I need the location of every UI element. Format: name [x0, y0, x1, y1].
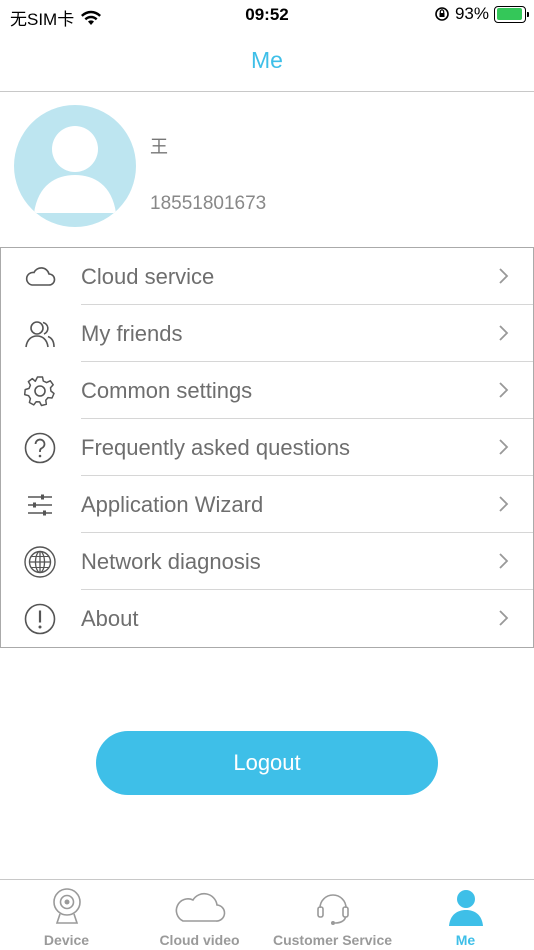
status-right: 93%: [434, 4, 529, 24]
tab-label: Customer Service: [272, 932, 393, 948]
cloud-icon: [175, 892, 226, 922]
chevron-right-icon: [499, 325, 509, 341]
menu-item-label: Common settings: [81, 378, 253, 403]
menu-item-my-friends[interactable]: My friends: [1, 305, 533, 362]
tab-label: Cloud video: [159, 932, 240, 948]
profile-name: 王: [150, 137, 168, 157]
nav-bar: Me: [0, 32, 534, 92]
menu-item-label: Cloud service: [81, 264, 215, 289]
chevron-right-icon: [499, 382, 509, 398]
chevron-right-icon: [499, 268, 509, 284]
menu-item-label: Network diagnosis: [81, 549, 261, 574]
menu-item-label: My friends: [81, 321, 183, 346]
menu-item-about[interactable]: About: [1, 590, 533, 647]
tab-customer-service[interactable]: Customer Service: [266, 880, 399, 950]
friends-icon: [25, 321, 55, 348]
chevron-right-icon: [499, 439, 509, 455]
status-bar: 无SIM卡 09:52 93%: [0, 0, 534, 32]
cloud-icon: [25, 267, 56, 286]
tab-bar: Device Cloud video Customer Service Me: [0, 879, 534, 950]
tab-me[interactable]: Me: [399, 880, 532, 950]
battery-level: [496, 8, 522, 20]
orientation-lock-icon: [435, 7, 449, 21]
menu-item-label: Frequently asked questions: [81, 435, 351, 460]
gear-icon: [23, 376, 55, 407]
logout-button[interactable]: Logout: [96, 731, 438, 795]
menu-item-cloud-service[interactable]: Cloud service: [1, 248, 533, 305]
user-avatar-icon[interactable]: [14, 105, 136, 227]
menu-item-faq[interactable]: Frequently asked questions: [1, 419, 533, 476]
menu-item-label: About: [81, 606, 139, 631]
page-title: Me: [251, 47, 283, 73]
chevron-right-icon: [499, 610, 509, 626]
info-exclamation-icon: [24, 603, 56, 635]
tab-cloud-video[interactable]: Cloud video: [133, 880, 266, 950]
menu-item-network-diagnosis[interactable]: Network diagnosis: [1, 533, 533, 590]
menu-item-label: Application Wizard: [81, 492, 264, 517]
headset-icon: [317, 894, 349, 925]
globe-icon: [24, 546, 56, 578]
profile-phone: 18551801673: [150, 193, 267, 214]
chevron-right-icon: [499, 553, 509, 569]
menu-item-common-settings[interactable]: Common settings: [1, 362, 533, 419]
menu-item-application-wizard[interactable]: Application Wizard: [1, 476, 533, 533]
tab-label: Me: [455, 932, 476, 948]
tab-device[interactable]: Device: [0, 880, 133, 950]
profile-header[interactable]: 王 18551801673: [0, 93, 534, 248]
camera-icon: [53, 888, 81, 924]
person-icon: [449, 890, 483, 926]
chevron-right-icon: [499, 496, 509, 512]
sliders-icon: [28, 494, 52, 516]
question-icon: [24, 432, 56, 464]
battery-percent: 93%: [454, 4, 489, 23]
battery-charging-icon: [494, 5, 529, 23]
tab-label: Device: [43, 932, 90, 948]
settings-menu: Cloud service My friends Common settings…: [0, 247, 534, 648]
